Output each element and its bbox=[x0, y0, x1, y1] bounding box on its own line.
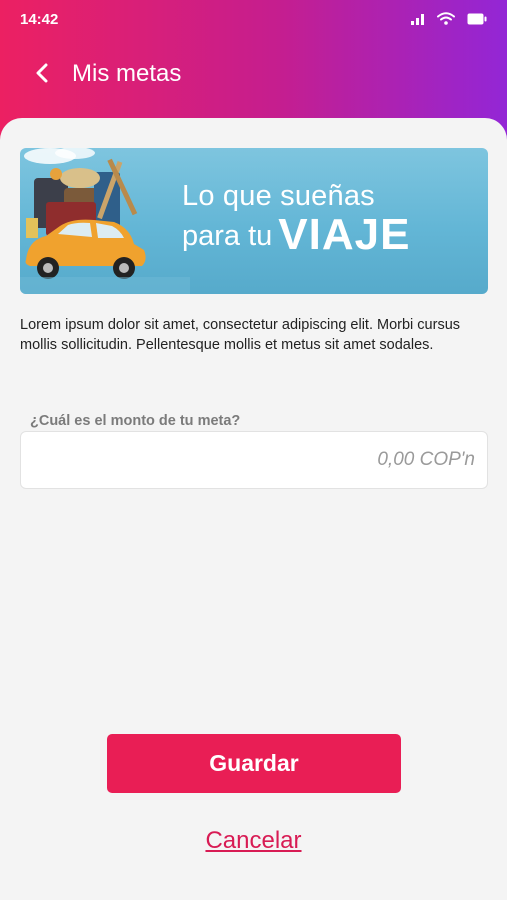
chevron-left-icon bbox=[35, 63, 49, 88]
status-time: 14:42 bbox=[20, 11, 59, 28]
status-bar: 14:42 bbox=[0, 0, 507, 40]
banner-headline: Lo que sueñas bbox=[182, 180, 375, 212]
travel-car-illustration bbox=[20, 148, 190, 294]
page-title: Mis metas bbox=[72, 60, 182, 87]
goal-description: Lorem ipsum dolor sit amet, consectetur … bbox=[20, 317, 461, 353]
signal-icon bbox=[411, 12, 425, 29]
back-button[interactable] bbox=[26, 59, 58, 91]
amount-input[interactable] bbox=[20, 431, 488, 489]
status-icons bbox=[411, 12, 487, 29]
amount-label: ¿Cuál es el monto de tu meta? bbox=[30, 413, 241, 429]
banner-subheadline-strong: VIAJE bbox=[278, 210, 411, 259]
nav-bar: Mis metas bbox=[0, 55, 507, 95]
banner-subheadline: para tu VIAJE bbox=[182, 210, 410, 260]
cancel-link[interactable]: Cancelar bbox=[0, 827, 507, 855]
banner-subheadline-prefix: para tu bbox=[182, 220, 273, 252]
save-button[interactable]: Guardar bbox=[107, 734, 401, 793]
wifi-icon bbox=[437, 12, 455, 29]
battery-icon bbox=[467, 12, 487, 29]
